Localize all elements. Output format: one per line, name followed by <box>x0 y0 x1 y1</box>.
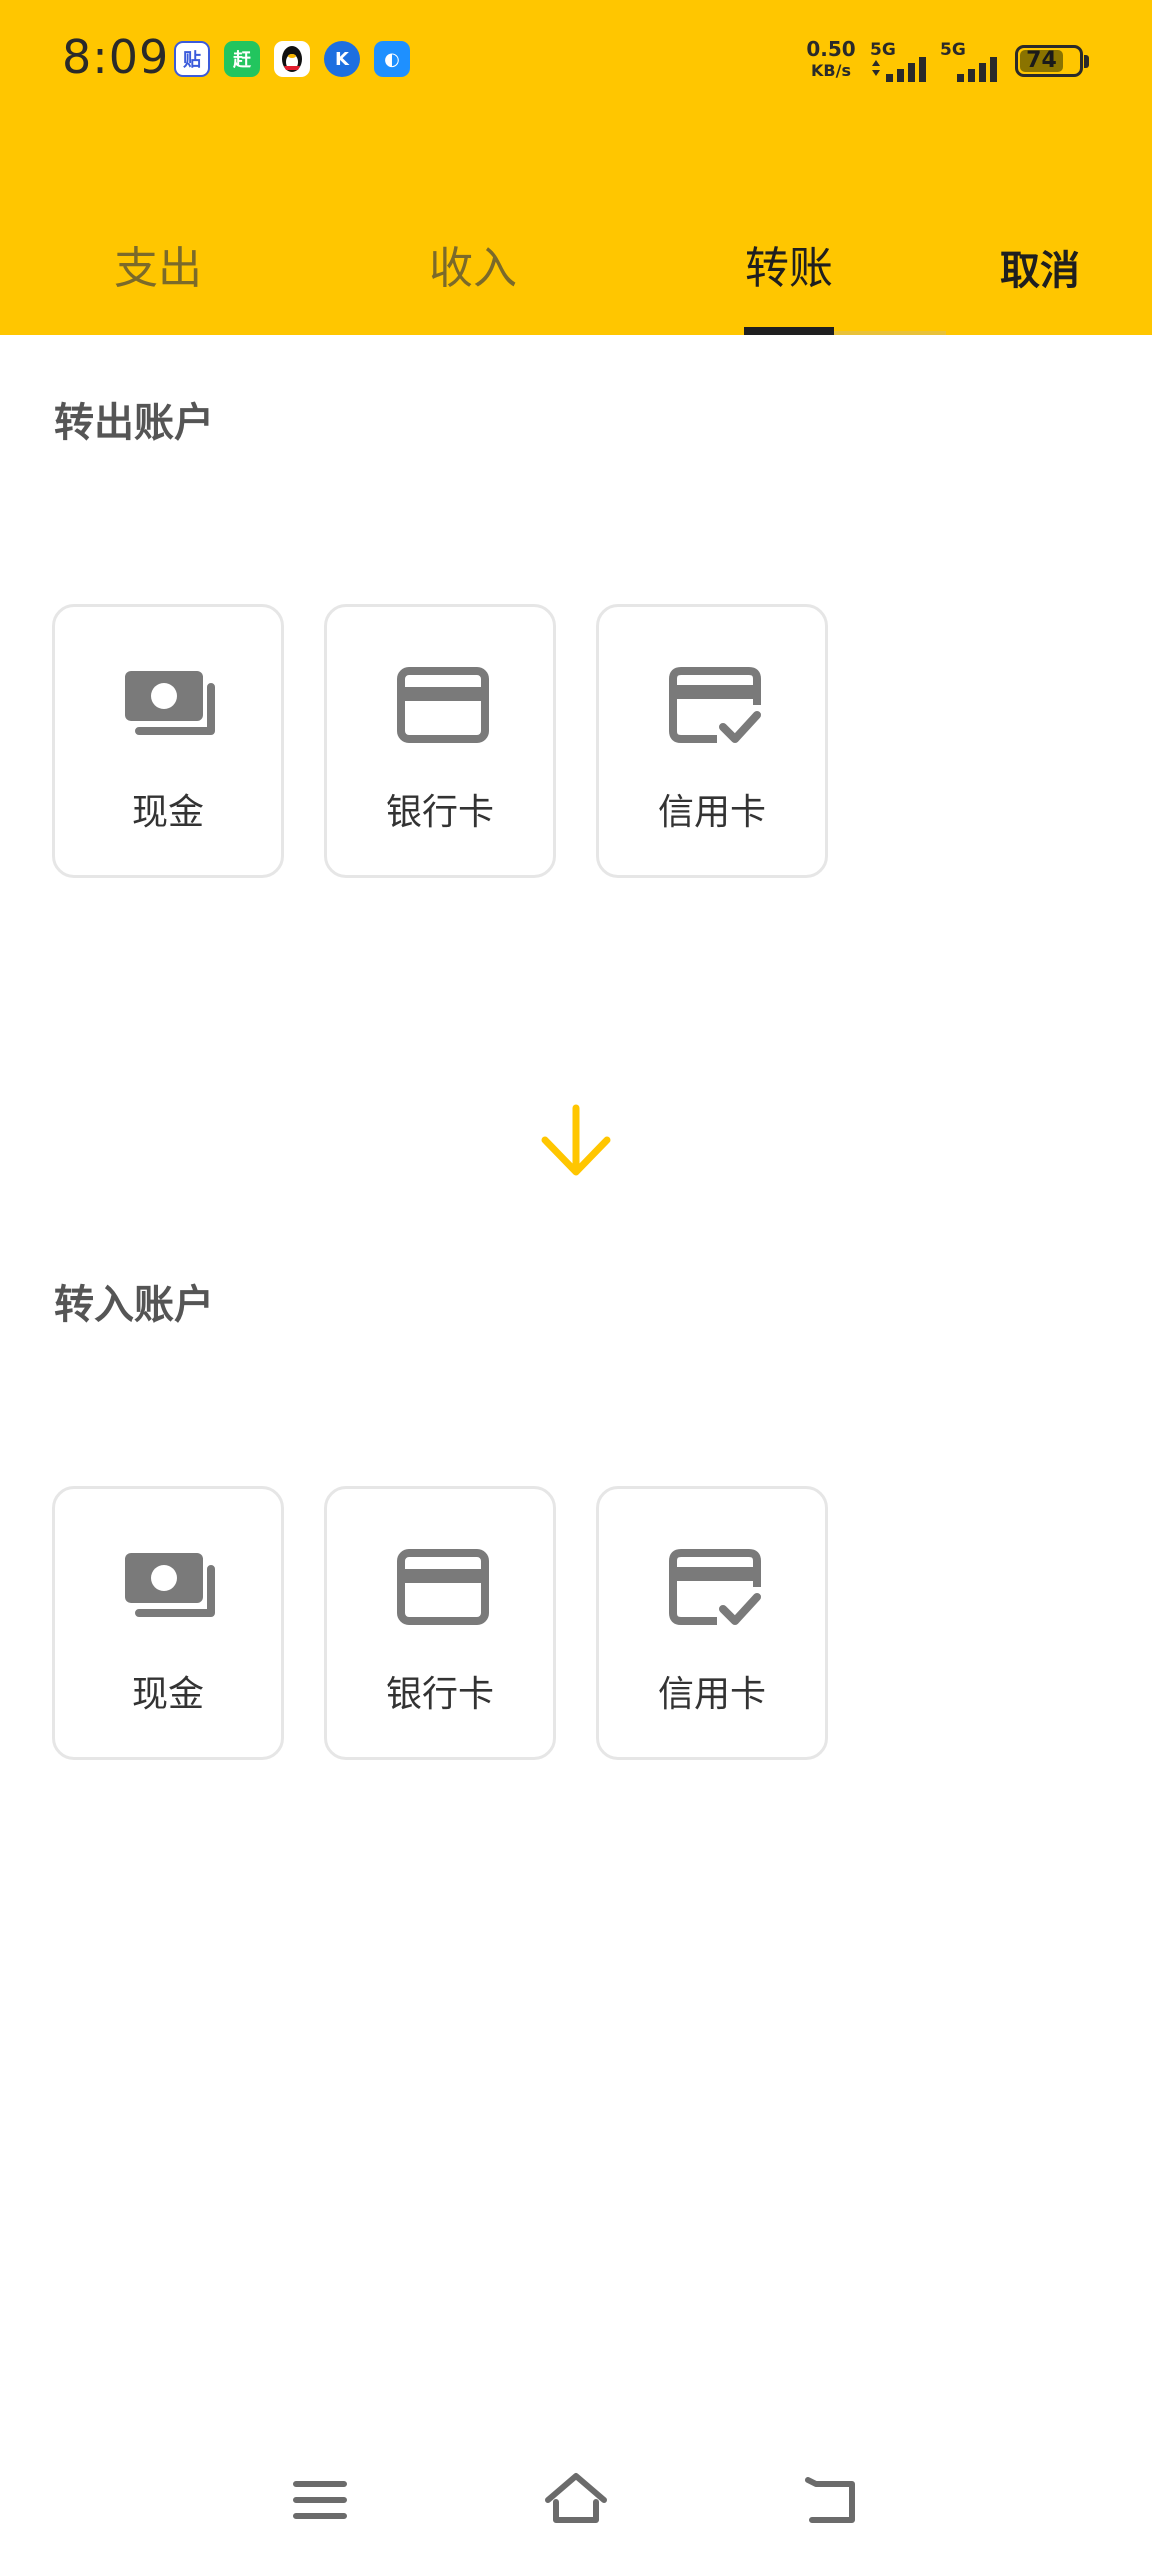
signal-bars-icon <box>957 57 997 82</box>
bank-card-icon <box>397 1549 489 1625</box>
transfer-out-bank-card[interactable]: 银行卡 <box>324 604 556 878</box>
system-nav-bar <box>0 2440 1152 2560</box>
menu-icon[interactable] <box>280 2460 360 2540</box>
tab-expense[interactable]: 支出 <box>58 232 258 296</box>
battery-fill: 74 <box>1020 50 1063 72</box>
account-label: 信用卡 <box>657 792 766 833</box>
tab-transfer[interactable]: 转账 <box>689 232 889 296</box>
transfer-out-cash[interactable]: 现金 <box>52 604 284 878</box>
signal-strength-1: 5G <box>870 40 940 82</box>
arrow-down-icon <box>541 1104 611 1176</box>
bank-card-icon <box>397 667 489 743</box>
back-icon[interactable] <box>792 2460 872 2540</box>
battery-cap <box>1084 55 1089 68</box>
network-speed: 0.50 KB/s <box>803 38 859 82</box>
blue-app-icon: ◐ <box>374 41 410 77</box>
k-app-icon: K <box>324 41 360 77</box>
account-label: 现金 <box>131 1674 204 1715</box>
transfer-in-title: 转入账户 <box>54 1282 214 1328</box>
transfer-out-credit-card[interactable]: 信用卡 <box>596 604 828 878</box>
transfer-in-bank-card[interactable]: 银行卡 <box>324 1486 556 1760</box>
transfer-out-title: 转出账户 <box>54 400 214 446</box>
network-speed-value: 0.50 <box>806 37 856 61</box>
status-time: 8:09 <box>62 30 170 84</box>
battery-level: 74 <box>1026 48 1057 73</box>
tab-indicator-track <box>834 331 946 335</box>
signal-strength-2: 5G <box>940 40 1010 82</box>
transfer-in-cash[interactable]: 现金 <box>52 1486 284 1760</box>
tab-income[interactable]: 收入 <box>373 232 573 296</box>
cancel-button[interactable]: 取消 <box>1000 238 1080 296</box>
cash-icon <box>125 671 215 735</box>
account-label: 现金 <box>131 792 204 833</box>
account-label: 银行卡 <box>385 1674 494 1715</box>
network-speed-unit: KB/s <box>811 61 851 80</box>
account-label: 银行卡 <box>385 792 494 833</box>
status-bar: 8:09 贴 赶 K ◐ 0.50 KB/s 5G 5G 74 <box>0 0 1152 125</box>
account-label: 信用卡 <box>657 1674 766 1715</box>
qq-penguin-icon <box>274 41 310 77</box>
credit-card-icon <box>669 667 761 743</box>
credit-card-icon <box>669 1549 761 1625</box>
transfer-in-credit-card[interactable]: 信用卡 <box>596 1486 828 1760</box>
battery-icon: 74 <box>1015 45 1083 77</box>
tieba-icon: 贴 <box>174 41 210 77</box>
wechat-green-app-icon: 赶 <box>224 41 260 77</box>
signal-bars-icon <box>872 57 926 82</box>
active-tab-indicator <box>744 327 834 335</box>
home-icon[interactable] <box>536 2460 616 2540</box>
header: 8:09 贴 赶 K ◐ 0.50 KB/s 5G 5G 74 支出 收入 转账… <box>0 0 1152 335</box>
cash-icon <box>125 1553 215 1617</box>
